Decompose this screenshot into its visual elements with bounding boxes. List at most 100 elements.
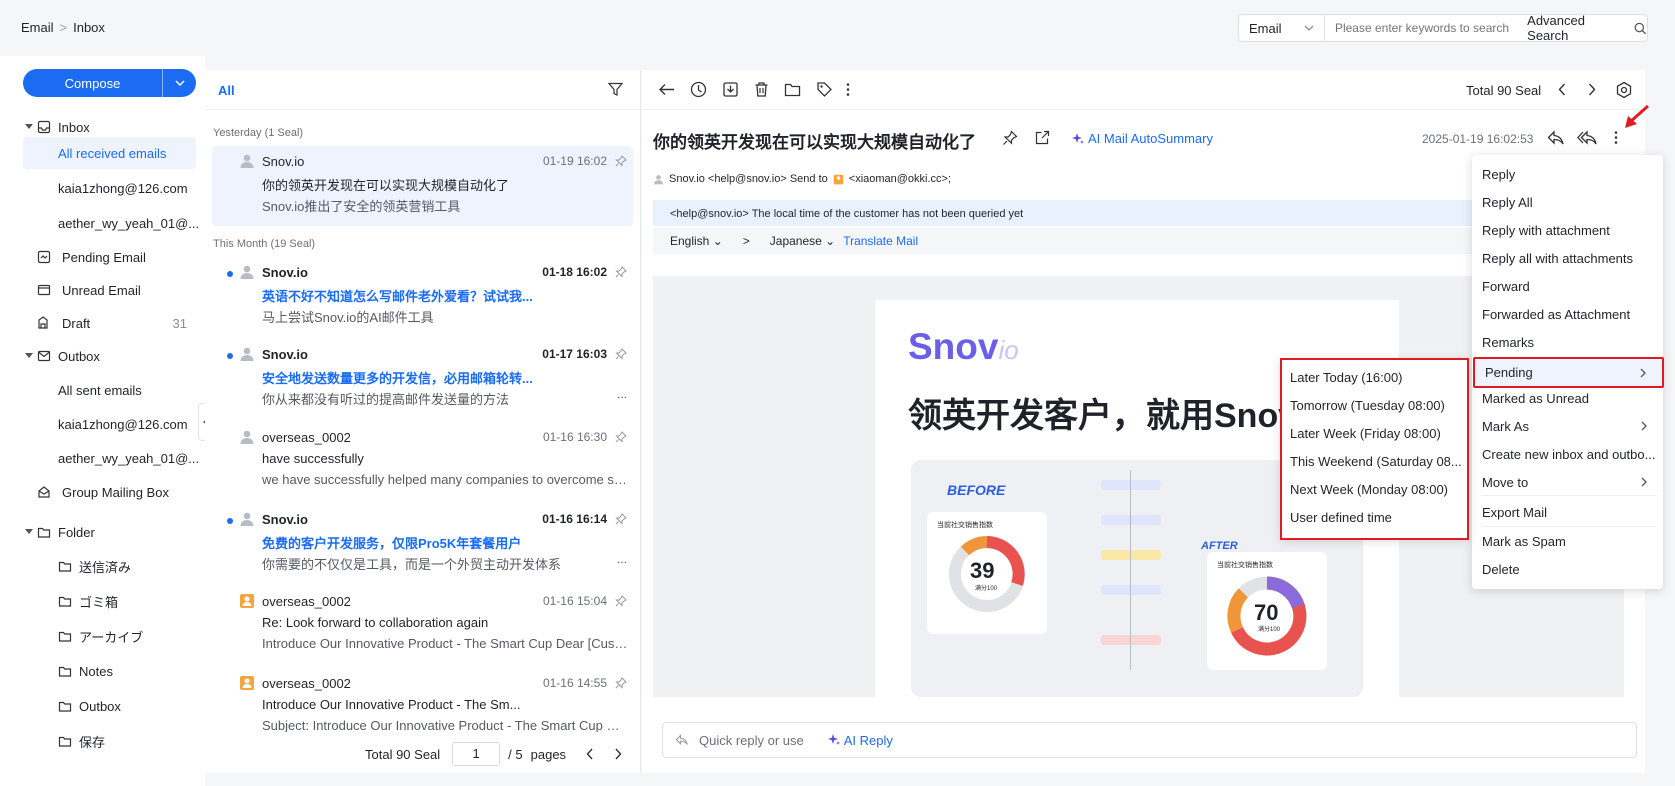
sidebar-folder-item[interactable]: 保存: [0, 725, 205, 757]
pin-icon[interactable]: [615, 513, 627, 525]
list-item[interactable]: overseas_0002 01-16 15:04 Re: Look forwa…: [212, 586, 633, 666]
submenu-item-later-week[interactable]: Later Week (Friday 08:00): [1290, 426, 1441, 441]
sidebar-item-outbox[interactable]: Outbox: [0, 340, 205, 372]
pin-icon[interactable]: [615, 348, 627, 360]
search-input[interactable]: [1334, 21, 1520, 35]
sidebar-folder-item[interactable]: アーカイブ: [0, 620, 205, 652]
sidebar-item-out-account-2[interactable]: aether_wy_yeah_01@...: [0, 442, 205, 474]
sidebar-item-unread[interactable]: Unread Email: [0, 274, 205, 306]
sidebar-folder-item[interactable]: Outbox: [0, 690, 205, 722]
pin-icon[interactable]: [615, 266, 627, 278]
menu-item-pending[interactable]: Pending: [1473, 357, 1664, 388]
menu-item-forward-as-attachment[interactable]: Forwarded as Attachment: [1472, 300, 1663, 328]
ai-summary-button[interactable]: AI Mail AutoSummary: [1072, 131, 1213, 146]
reply-all-icon[interactable]: [1577, 130, 1597, 146]
sidebar-item-group-mailing[interactable]: Group Mailing Box: [0, 476, 205, 508]
sidebar-item-draft[interactable]: Draft 31: [0, 307, 205, 339]
menu-item-export-mail[interactable]: Export Mail: [1472, 498, 1663, 526]
sidebar-item-all-received[interactable]: All received emails: [23, 137, 196, 169]
mail-to[interactable]: <xiaoman@okki.cc>;: [849, 173, 951, 185]
caret-down-icon[interactable]: [25, 529, 33, 535]
menu-item-reply-all[interactable]: Reply All: [1472, 188, 1663, 216]
submenu-item-later-today[interactable]: Later Today (16:00): [1290, 370, 1403, 385]
sidebar-item-all-sent[interactable]: All sent emails: [0, 374, 205, 406]
caret-down-icon[interactable]: [25, 124, 33, 130]
page-input[interactable]: 1: [452, 742, 501, 766]
folder-move-icon[interactable]: [784, 81, 801, 98]
list-item[interactable]: Snov.io 01-18 16:02 英语不好不知道怎么写邮件老外爱看？试试我…: [212, 257, 633, 337]
sidebar-item-account-2[interactable]: aether_wy_yeah_01@...: [0, 207, 205, 239]
submenu-item-tomorrow[interactable]: Tomorrow (Tuesday 08:00): [1290, 398, 1445, 413]
pin-icon[interactable]: [615, 677, 627, 689]
prev-mail-icon[interactable]: [1558, 83, 1566, 96]
menu-item-mark-as[interactable]: Mark As: [1472, 412, 1663, 440]
menu-item-move-to[interactable]: Move to: [1472, 468, 1663, 496]
more-indicator: ...: [616, 552, 627, 566]
next-page-icon[interactable]: [614, 748, 622, 760]
menu-item-reply-all-with-attachments[interactable]: Reply all with attachments: [1472, 244, 1663, 272]
more-vertical-icon[interactable]: [846, 81, 850, 98]
list-item[interactable]: overseas_0002 01-16 14:55 Introduce Our …: [212, 668, 633, 732]
translate-mail-link[interactable]: Translate Mail: [843, 234, 918, 248]
settings-icon[interactable]: [1615, 81, 1633, 99]
list-item[interactable]: Snov.io 01-16 16:14 免费的客户开发服务，仅限Pro5K年套餐…: [212, 504, 633, 584]
submenu-item-user-defined[interactable]: User defined time: [1290, 510, 1392, 525]
back-icon[interactable]: [658, 81, 675, 98]
trash-icon[interactable]: [753, 81, 770, 98]
advanced-search-button[interactable]: Advanced Search: [1527, 13, 1647, 43]
menu-item-mark-as-spam[interactable]: Mark as Spam: [1472, 527, 1663, 555]
sidebar-item-folder[interactable]: Folder: [0, 516, 205, 548]
caret-down-icon[interactable]: [25, 353, 33, 359]
next-mail-icon[interactable]: [1588, 83, 1596, 96]
list-item[interactable]: Snov.io 01-17 16:03 安全地发送数量更多的开发信，必用邮箱轮转…: [212, 339, 633, 419]
sidebar-item-label: Outbox: [58, 348, 100, 364]
list-item[interactable]: overseas_0002 01-16 16:30 have successfu…: [212, 422, 633, 502]
prev-page-icon[interactable]: [586, 748, 594, 760]
reply-icon[interactable]: [1547, 130, 1565, 146]
more-vertical-icon[interactable]: [1614, 130, 1618, 145]
menu-item-delete[interactable]: Delete: [1472, 555, 1663, 583]
menu-item-reply-with-attachment[interactable]: Reply with attachment: [1472, 216, 1663, 244]
breadcrumb-email[interactable]: Email: [21, 20, 54, 35]
sidebar-folder-item[interactable]: Notes: [0, 655, 205, 687]
clock-icon[interactable]: [690, 81, 707, 98]
compose-button[interactable]: Compose: [23, 69, 196, 97]
compose-dropdown[interactable]: [162, 69, 196, 97]
archive-icon[interactable]: [722, 81, 739, 98]
list-item[interactable]: Snov.io 01-19 16:02 你的领英开发现在可以实现大规模自动化了 …: [212, 146, 633, 226]
pin-icon[interactable]: [615, 155, 627, 167]
quick-reply-placeholder[interactable]: Quick reply or use: [699, 733, 804, 748]
pin-icon[interactable]: [615, 431, 627, 443]
mail-subject: Re: Look forward to collaboration again: [262, 615, 489, 630]
pin-icon[interactable]: [1002, 130, 1018, 146]
menu-item-forward[interactable]: Forward: [1472, 272, 1663, 300]
tab-all[interactable]: All: [218, 83, 235, 98]
sidebar-folder-item[interactable]: 送信済み: [0, 550, 205, 582]
menu-item-remarks[interactable]: Remarks: [1472, 328, 1663, 356]
chevron-right-icon: [1641, 421, 1647, 431]
sidebar-item-out-account-1[interactable]: kaia1zhong@126.com: [0, 408, 205, 440]
tag-icon[interactable]: [816, 81, 833, 98]
menu-item-create-inbox[interactable]: Create new inbox and outbo...: [1472, 440, 1663, 468]
lang-to-select[interactable]: Japanese ⌄: [770, 234, 835, 248]
submenu-item-this-weekend[interactable]: This Weekend (Saturday 08...: [1290, 454, 1462, 469]
menu-item-reply[interactable]: Reply: [1472, 160, 1663, 188]
menu-item-marked-as-unread[interactable]: Marked as Unread: [1472, 384, 1663, 412]
score-value: 39: [970, 558, 995, 583]
sidebar-item-account-1[interactable]: kaia1zhong@126.com: [0, 172, 205, 204]
search-icon: [1634, 22, 1647, 34]
mail-sender: Snov.io: [262, 347, 308, 362]
quick-reply-bar[interactable]: Quick reply or use AI Reply: [662, 722, 1637, 758]
folder-icon: [58, 736, 72, 747]
open-external-icon[interactable]: [1035, 130, 1050, 145]
ai-reply-button[interactable]: AI Reply: [827, 733, 893, 748]
submenu-item-next-week[interactable]: Next Week (Monday 08:00): [1290, 482, 1448, 497]
sidebar-folder-item[interactable]: ゴミ箱: [0, 585, 205, 617]
filter-icon[interactable]: [608, 82, 623, 97]
sidebar-item-pending[interactable]: Pending Email: [0, 241, 205, 273]
chevron-down-icon: [175, 80, 184, 86]
pin-icon[interactable]: [615, 595, 627, 607]
menu-item-label: Remarks: [1482, 334, 1535, 350]
lang-from-select[interactable]: English ⌄: [670, 234, 723, 248]
search-type-select[interactable]: Email: [1239, 15, 1325, 41]
